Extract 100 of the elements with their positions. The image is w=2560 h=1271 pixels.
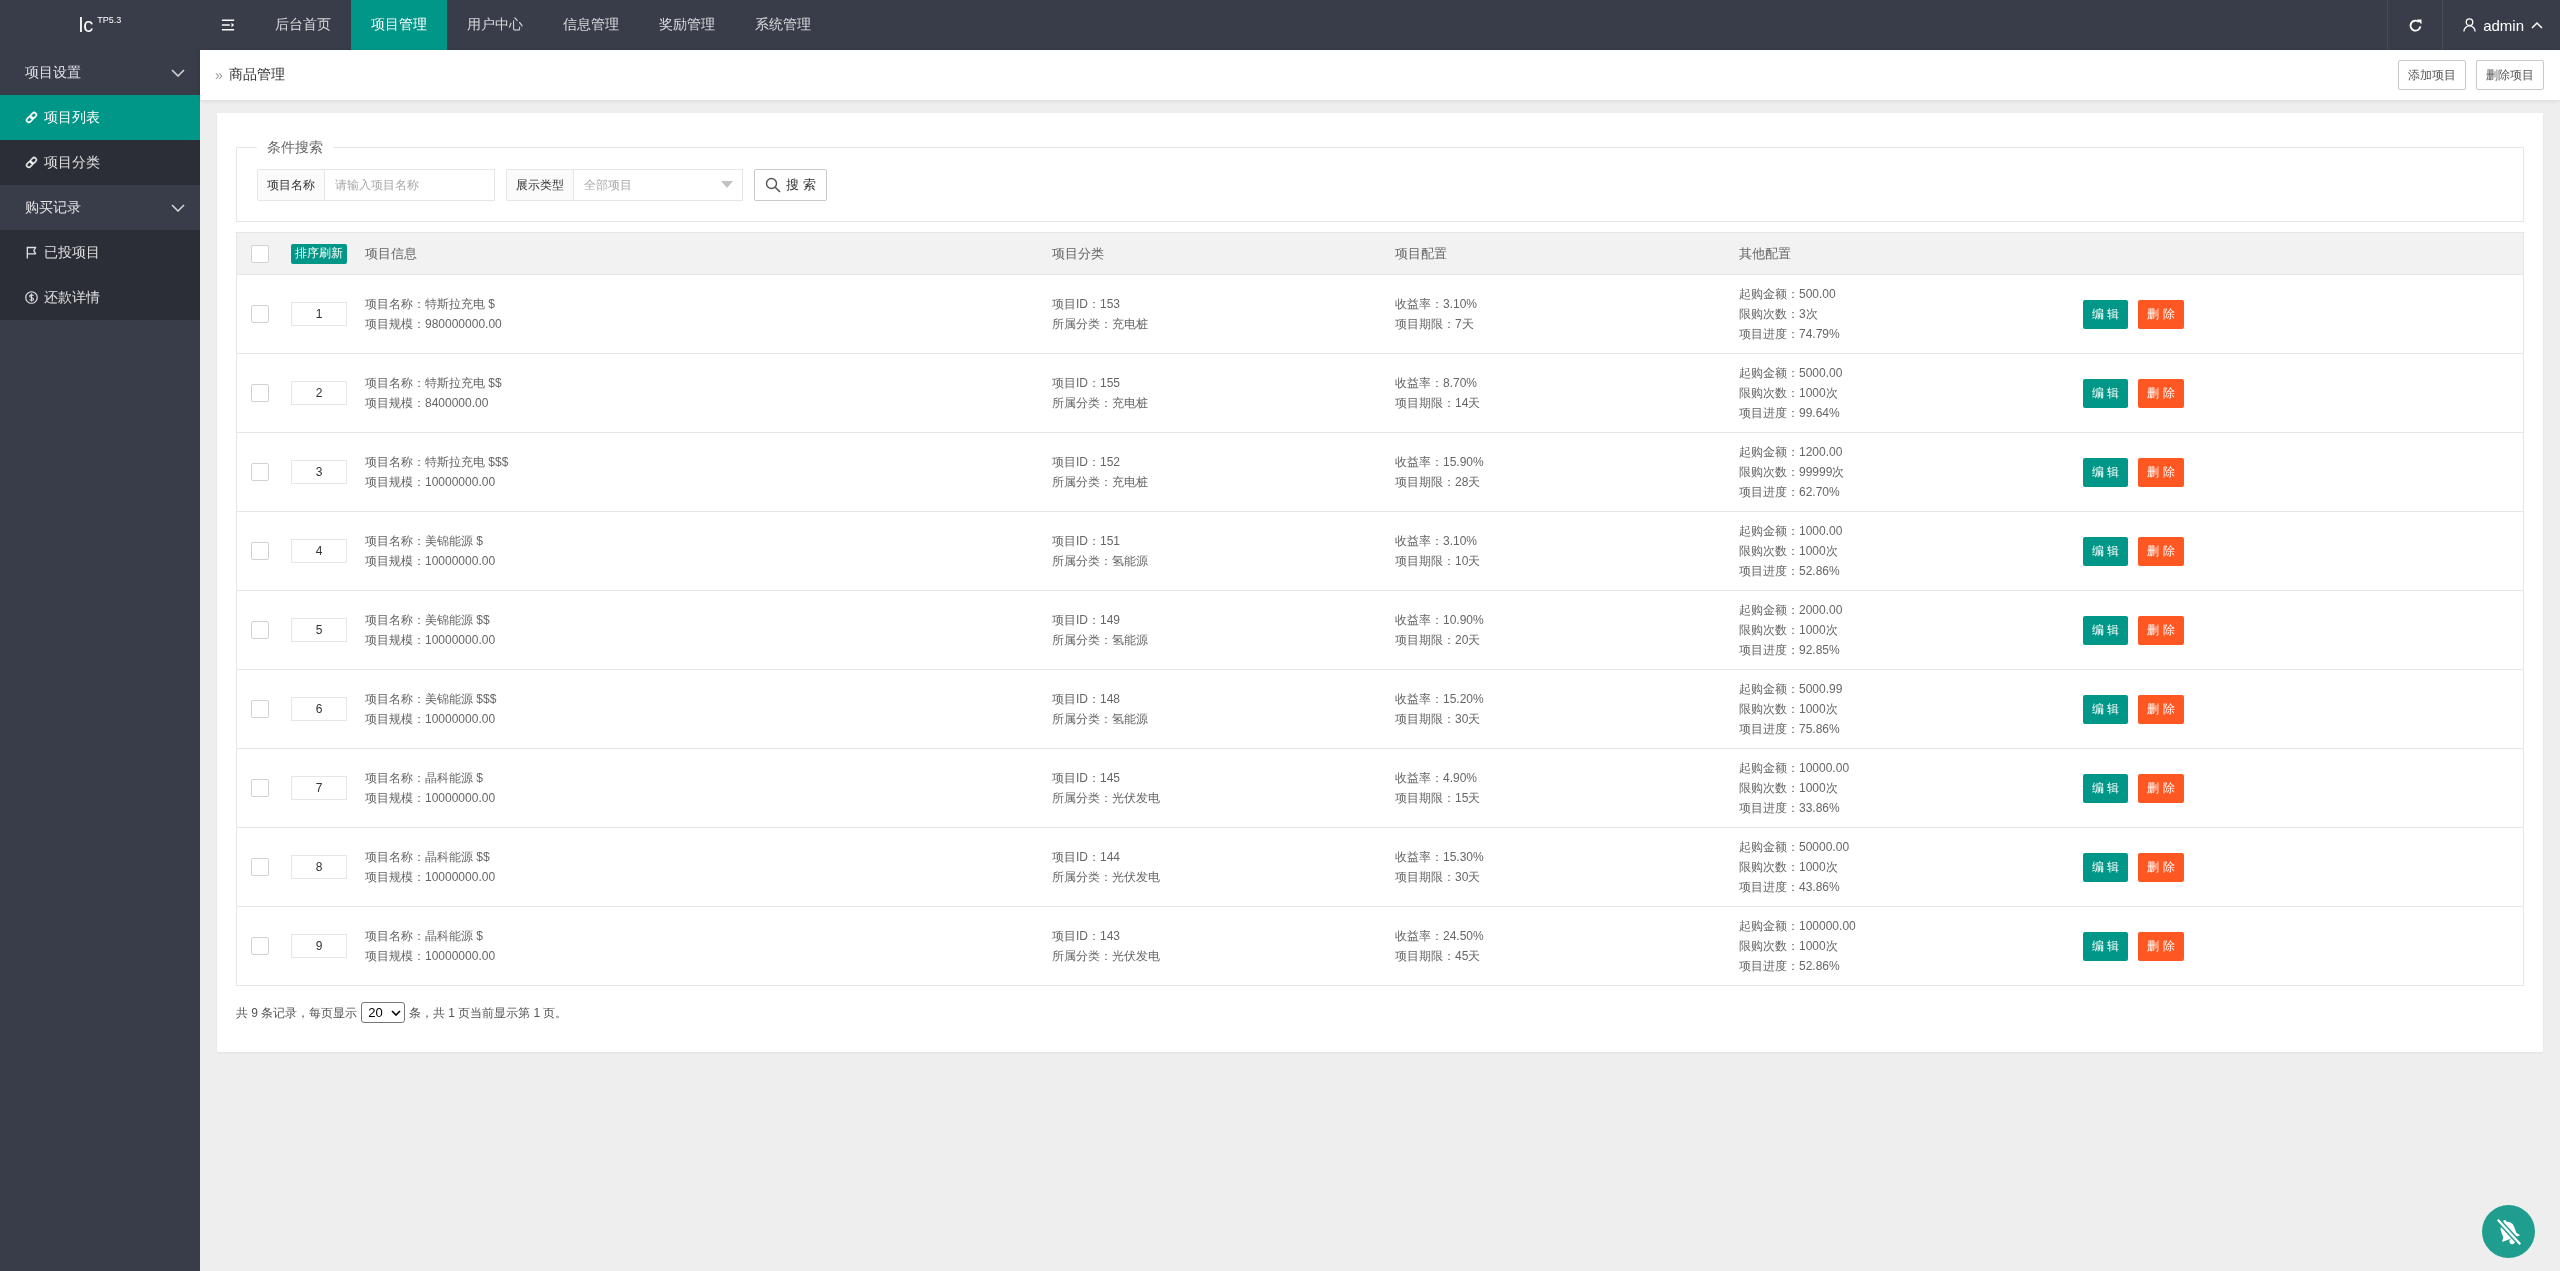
chevron-down-icon[interactable] xyxy=(390,1009,401,1016)
checkbox[interactable] xyxy=(251,463,269,481)
table-cell-text: 限购次数：1000次 xyxy=(1739,938,1838,955)
table-cell-text: 项目进度：74.79% xyxy=(1739,326,1840,343)
table-cell-text: 项目进度：75.86% xyxy=(1739,721,1840,738)
table-cell-text: 项目规模：10000000.00 xyxy=(365,553,496,570)
sort-order-input[interactable]: 8 xyxy=(291,855,347,879)
sidebar-group-header[interactable]: 购买记录 xyxy=(0,185,200,230)
table-cell-text: 项目期限：7天 xyxy=(1395,316,1474,333)
sort-order-input[interactable]: 9 xyxy=(291,934,347,958)
nav-tab[interactable]: 后台首页 xyxy=(255,0,351,50)
column-header: 项目信息 xyxy=(365,246,417,261)
checkbox[interactable] xyxy=(251,244,269,263)
nav-tab[interactable]: 奖励管理 xyxy=(639,0,735,50)
nav-tab[interactable]: 项目管理 xyxy=(351,0,447,50)
table-cell-text: 收益率：24.50% xyxy=(1395,928,1484,945)
menu-icon[interactable] xyxy=(220,18,235,32)
edit-button[interactable]: 编 辑 xyxy=(2083,852,2129,882)
checkbox[interactable] xyxy=(251,858,269,876)
nav-tab[interactable]: 用户中心 xyxy=(447,0,543,50)
table-cell-text: 所属分类：充电桩 xyxy=(1052,395,1148,412)
sidebar-item[interactable]: 项目列表 xyxy=(0,95,200,140)
sort-order-input[interactable]: 3 xyxy=(291,460,347,484)
refresh-icon[interactable] xyxy=(2407,17,2423,33)
select-field[interactable]: 全部项目 xyxy=(574,169,743,201)
checkbox[interactable] xyxy=(251,542,269,560)
table-cell-text: 项目规模：10000000.00 xyxy=(365,711,496,728)
toolbar-button[interactable]: 删除项目 xyxy=(2476,60,2544,90)
page-size-select[interactable]: 20 xyxy=(361,1002,405,1023)
table-cell-text: 起购金额：100000.00 xyxy=(1739,918,1856,935)
table-cell-text: 所属分类：氢能源 xyxy=(1052,711,1148,728)
table-cell-text: 起购金额：50000.00 xyxy=(1739,839,1850,856)
table-cell-text: 所属分类：光伏发电 xyxy=(1052,869,1160,886)
sidebar-item[interactable]: 已投项目 xyxy=(0,230,200,275)
sort-order-input[interactable]: 4 xyxy=(291,539,347,563)
table-cell-text: 项目进度：62.70% xyxy=(1739,484,1840,501)
table-cell-text: 项目规模：8400000.00 xyxy=(365,395,489,412)
search-icon xyxy=(765,177,781,193)
sidebar-item[interactable]: 还款详情 xyxy=(0,275,200,320)
sort-refresh-button[interactable]: 排序刷新 xyxy=(291,243,347,264)
toolbar-button[interactable]: 添加项目 xyxy=(2398,60,2466,90)
username[interactable]: admin xyxy=(2483,16,2524,34)
edit-button[interactable]: 编 辑 xyxy=(2083,615,2129,645)
search-button[interactable]: 搜 索 xyxy=(754,169,827,201)
table-cell-text: 起购金额：5000.00 xyxy=(1739,365,1843,382)
breadcrumb-separator: » xyxy=(215,67,223,83)
input-field[interactable]: 请输入项目名称 xyxy=(325,169,495,201)
checkbox[interactable] xyxy=(251,779,269,797)
user-icon[interactable] xyxy=(2463,18,2477,32)
edit-button[interactable]: 编 辑 xyxy=(2083,931,2129,961)
dollar-coin-icon xyxy=(25,291,38,304)
table-cell-text: 项目ID：151 xyxy=(1052,533,1121,550)
table-cell-text: 起购金额：2000.00 xyxy=(1739,602,1843,619)
table-cell-text: 项目名称：晶科能源 $$ xyxy=(365,849,490,866)
checkbox[interactable] xyxy=(251,384,269,402)
pager-text: 条，共 1 页当前显示第 1 页。 xyxy=(408,1004,568,1022)
table-cell-text: 项目ID：145 xyxy=(1052,770,1121,787)
checkbox[interactable] xyxy=(251,700,269,718)
table-cell-text: 起购金额：500.00 xyxy=(1739,286,1836,303)
table-cell-text: 限购次数：1000次 xyxy=(1739,780,1838,797)
chevron-up-icon[interactable] xyxy=(2531,21,2543,29)
sidebar-item[interactable]: 项目分类 xyxy=(0,140,200,185)
table-cell-text: 项目ID：155 xyxy=(1052,375,1121,392)
checkbox[interactable] xyxy=(251,621,269,639)
caret-down-icon[interactable] xyxy=(721,181,733,188)
sort-order-input[interactable]: 1 xyxy=(291,302,347,326)
table-cell-text: 所属分类：氢能源 xyxy=(1052,553,1148,570)
checkbox[interactable] xyxy=(251,937,269,955)
edit-button[interactable]: 编 辑 xyxy=(2083,299,2129,329)
bell-slash-icon[interactable] xyxy=(2482,1205,2535,1258)
table-cell-text: 项目ID：148 xyxy=(1052,691,1121,708)
edit-button[interactable]: 编 辑 xyxy=(2083,457,2129,487)
sort-order-input[interactable]: 2 xyxy=(291,381,347,405)
table-cell-text: 项目规模：10000000.00 xyxy=(365,948,496,965)
sort-order-input[interactable]: 7 xyxy=(291,776,347,800)
table-cell-text: 收益率：15.90% xyxy=(1395,454,1484,471)
table-cell-text: 项目名称：晶科能源 $ xyxy=(365,928,483,945)
panel-title: 条件搜索 xyxy=(266,138,324,157)
checkbox[interactable] xyxy=(251,305,269,323)
edit-button[interactable]: 编 辑 xyxy=(2083,378,2129,408)
sort-order-input[interactable]: 6 xyxy=(291,697,347,721)
sidebar-group-header[interactable]: 项目设置 xyxy=(0,50,200,95)
table-cell-text: 项目ID：153 xyxy=(1052,296,1121,313)
column-header: 项目配置 xyxy=(1395,246,1447,261)
table-cell-text: 项目名称：特斯拉充电 $$ xyxy=(365,375,502,392)
table-cell-text: 项目期限：10天 xyxy=(1395,553,1481,570)
link-icon xyxy=(25,111,38,124)
edit-button[interactable]: 编 辑 xyxy=(2083,773,2129,803)
nav-tab[interactable]: 系统管理 xyxy=(735,0,831,50)
nav-tab[interactable]: 信息管理 xyxy=(543,0,639,50)
edit-button[interactable]: 编 辑 xyxy=(2083,694,2129,724)
table-cell-text: 收益率：10.90% xyxy=(1395,612,1484,629)
table-cell-text: 起购金额：1200.00 xyxy=(1739,444,1843,461)
table-cell-text: 项目期限：28天 xyxy=(1395,474,1481,491)
edit-button[interactable]: 编 辑 xyxy=(2083,536,2129,566)
table-cell-text: 项目名称：晶科能源 $ xyxy=(365,770,483,787)
sort-order-input[interactable]: 5 xyxy=(291,618,347,642)
table-cell-text: 项目进度：52.86% xyxy=(1739,563,1840,580)
column-header: 项目分类 xyxy=(1052,246,1104,261)
table-cell-text: 限购次数：1000次 xyxy=(1739,701,1838,718)
